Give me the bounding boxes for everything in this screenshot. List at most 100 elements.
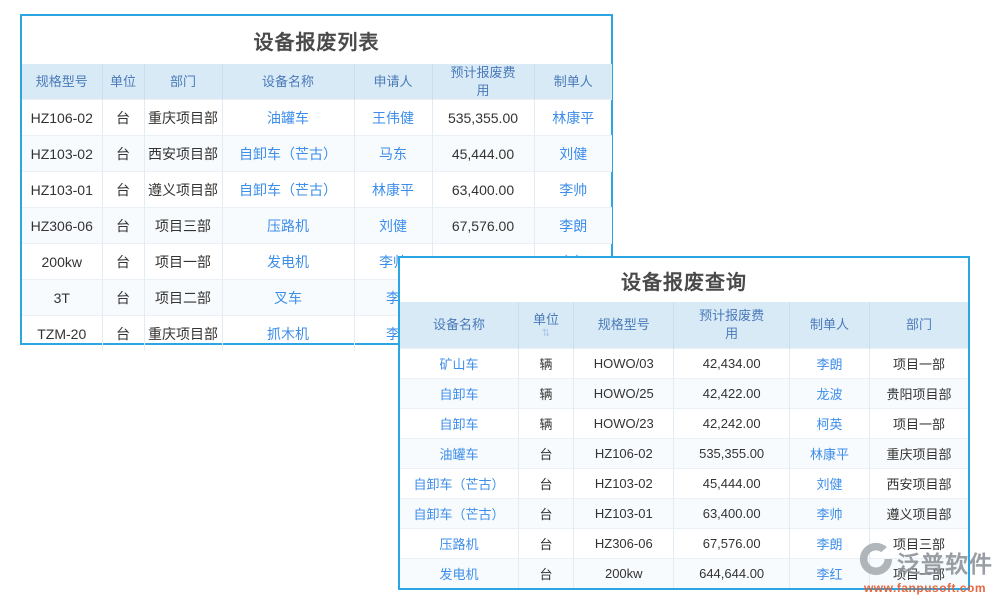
cell-estimated-scrap-cost: 42,242.00 (674, 409, 789, 439)
cell-unit: 辆 (518, 409, 573, 439)
cell-estimated-scrap-cost: 535,355.00 (432, 100, 534, 136)
cell-estimated-scrap-cost: 67,576.00 (674, 529, 789, 559)
table-row: HZ106-02台重庆项目部油罐车王伟健535,355.00林康平 (22, 100, 612, 136)
column-header-label: 部门 (170, 73, 196, 91)
cell-equipment-name[interactable]: 压路机 (222, 208, 354, 244)
fanpu-logo-icon (857, 540, 895, 583)
cell-department: 贵阳项目部 (870, 379, 968, 409)
cell-equipment-name[interactable]: 发电机 (222, 244, 354, 280)
cell-equipment-name[interactable]: 自卸车（芒古） (400, 499, 518, 529)
column-header-creator: 制单人 (534, 64, 612, 100)
cell-department: 西安项目部 (144, 136, 222, 172)
column-header-creator: 制单人 (789, 302, 869, 349)
cell-unit: 台 (102, 316, 144, 352)
cell-applicant[interactable]: 马东 (354, 136, 432, 172)
column-header-label: 预计报废费用 (448, 64, 518, 99)
cell-spec-model: HZ103-02 (22, 136, 102, 172)
cell-estimated-scrap-cost: 63,400.00 (674, 499, 789, 529)
column-header-label: 设备名称 (262, 73, 314, 91)
column-header-label: 单位 (533, 311, 559, 329)
cell-department: 重庆项目部 (870, 439, 968, 469)
cell-creator[interactable]: 李朗 (534, 208, 612, 244)
cell-unit: 台 (102, 208, 144, 244)
cell-equipment-name[interactable]: 抓木机 (222, 316, 354, 352)
cell-estimated-scrap-cost: 63,400.00 (432, 172, 534, 208)
column-header-label: 部门 (906, 316, 932, 334)
watermark-url: www.fanpusoft.com (864, 581, 986, 595)
cell-unit: 台 (102, 136, 144, 172)
column-header-label: 单位 (110, 73, 136, 91)
table-row: 自卸车辆HOWO/2342,242.00柯英项目一部 (400, 409, 968, 439)
cell-equipment-name[interactable]: 油罐车 (400, 439, 518, 469)
cell-department: 重庆项目部 (144, 316, 222, 352)
cell-unit: 辆 (518, 349, 573, 379)
cell-unit: 台 (518, 469, 573, 499)
table-row: 自卸车（芒古）台HZ103-0245,444.00刘健西安项目部 (400, 469, 968, 499)
cell-unit: 台 (102, 244, 144, 280)
cell-unit: 台 (518, 499, 573, 529)
cell-estimated-scrap-cost: 45,444.00 (674, 469, 789, 499)
column-header-equipment-name: 设备名称 (400, 302, 518, 349)
column-header-spec-model: 规格型号 (22, 64, 102, 100)
cell-spec-model: HOWO/25 (574, 379, 674, 409)
cell-unit: 辆 (518, 379, 573, 409)
window-title: 设备报废查询 (400, 258, 968, 302)
cell-creator[interactable]: 林康平 (534, 100, 612, 136)
table-row: 油罐车台HZ106-02535,355.00林康平重庆项目部 (400, 439, 968, 469)
cell-department: 遵义项目部 (144, 172, 222, 208)
cell-department: 项目二部 (144, 280, 222, 316)
column-header-label: 规格型号 (36, 73, 88, 91)
cell-equipment-name[interactable]: 自卸车（芒古） (222, 136, 354, 172)
column-header-label: 申请人 (373, 73, 412, 91)
column-header-unit: 单位 (102, 64, 144, 100)
column-header-department: 部门 (870, 302, 968, 349)
column-header-unit[interactable]: 单位⇅ (518, 302, 573, 349)
cell-equipment-name[interactable]: 自卸车（芒古） (400, 469, 518, 499)
table-row: HZ103-02台西安项目部自卸车（芒古）马东45,444.00刘健 (22, 136, 612, 172)
cell-unit: 台 (102, 172, 144, 208)
cell-equipment-name[interactable]: 自卸车（芒古） (222, 172, 354, 208)
cell-creator[interactable]: 李朗 (789, 349, 869, 379)
cell-unit: 台 (102, 280, 144, 316)
cell-estimated-scrap-cost: 45,444.00 (432, 136, 534, 172)
cell-equipment-name[interactable]: 自卸车 (400, 379, 518, 409)
cell-creator[interactable]: 刘健 (534, 136, 612, 172)
cell-equipment-name[interactable]: 压路机 (400, 529, 518, 559)
cell-department: 重庆项目部 (144, 100, 222, 136)
column-header-label: 制单人 (554, 73, 593, 91)
cell-unit: 台 (518, 559, 573, 589)
table-row: 自卸车（芒古）台HZ103-0163,400.00李帅遵义项目部 (400, 499, 968, 529)
cell-equipment-name[interactable]: 油罐车 (222, 100, 354, 136)
cell-equipment-name[interactable]: 矿山车 (400, 349, 518, 379)
table-row: HZ306-06台项目三部压路机刘健67,576.00李朗 (22, 208, 612, 244)
cell-equipment-name[interactable]: 发电机 (400, 559, 518, 589)
cell-applicant[interactable]: 王伟健 (354, 100, 432, 136)
cell-equipment-name[interactable]: 自卸车 (400, 409, 518, 439)
cell-creator[interactable]: 柯英 (789, 409, 869, 439)
cell-estimated-scrap-cost: 67,576.00 (432, 208, 534, 244)
cell-creator[interactable]: 刘健 (789, 469, 869, 499)
cell-creator[interactable]: 林康平 (789, 439, 869, 469)
cell-creator[interactable]: 龙波 (789, 379, 869, 409)
column-header-label: 设备名称 (433, 316, 485, 334)
column-header-equipment-name: 设备名称 (222, 64, 354, 100)
cell-applicant[interactable]: 林康平 (354, 172, 432, 208)
cell-spec-model: HOWO/03 (574, 349, 674, 379)
column-header-estimated-scrap-cost: 预计报废费用 (432, 64, 534, 100)
cell-department: 项目三部 (144, 208, 222, 244)
column-header-estimated-scrap-cost: 预计报废费用 (674, 302, 789, 349)
vendor-watermark: 泛普软件 www.fanpusoft.com (854, 540, 996, 595)
cell-applicant[interactable]: 刘健 (354, 208, 432, 244)
header-row: 设备名称单位⇅规格型号预计报废费用制单人部门 (400, 302, 968, 349)
cell-department: 项目一部 (144, 244, 222, 280)
cell-estimated-scrap-cost: 42,434.00 (674, 349, 789, 379)
table-row: HZ103-01台遵义项目部自卸车（芒古）林康平63,400.00李帅 (22, 172, 612, 208)
cell-spec-model: 200kw (22, 244, 102, 280)
sort-icon[interactable]: ⇅ (542, 329, 550, 339)
cell-creator[interactable]: 李帅 (534, 172, 612, 208)
cell-creator[interactable]: 李帅 (789, 499, 869, 529)
cell-department: 遵义项目部 (870, 499, 968, 529)
table-row: 矿山车辆HOWO/0342,434.00李朗项目一部 (400, 349, 968, 379)
table-row: 自卸车辆HOWO/2542,422.00龙波贵阳项目部 (400, 379, 968, 409)
cell-equipment-name[interactable]: 叉车 (222, 280, 354, 316)
